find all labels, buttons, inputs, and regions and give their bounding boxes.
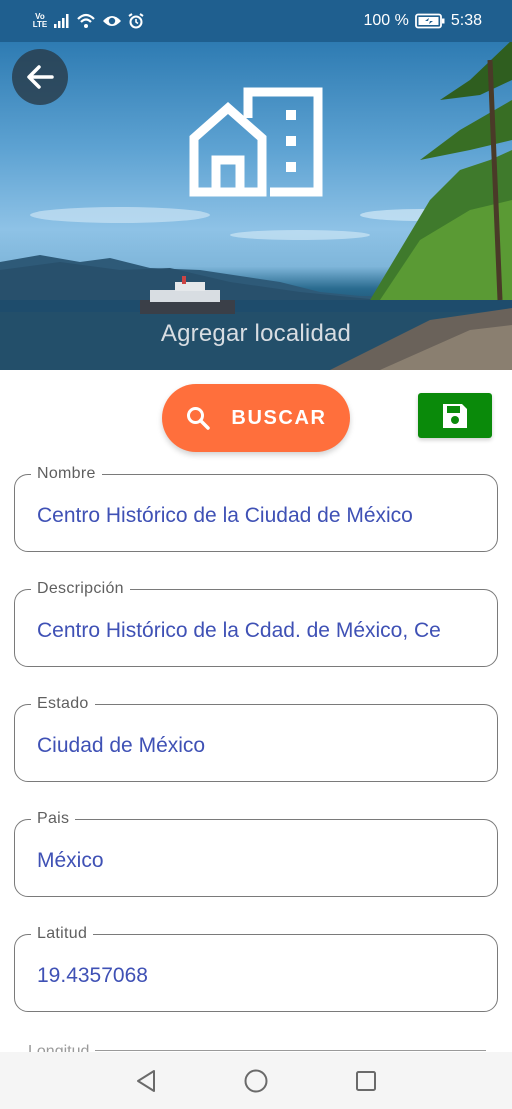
page-title: Agregar localidad xyxy=(160,320,352,347)
search-icon xyxy=(187,407,211,430)
save-button[interactable] xyxy=(418,393,492,438)
pais-value[interactable]: México xyxy=(37,848,477,874)
circle-home-icon xyxy=(244,1069,268,1092)
nombre-field[interactable]: Nombre Centro Histórico de la Ciudad de … xyxy=(14,464,498,552)
search-button-label: BUSCAR xyxy=(231,406,327,429)
pais-field[interactable]: Pais México xyxy=(14,809,498,897)
square-recents-icon xyxy=(356,1070,376,1091)
save-icon xyxy=(443,403,467,428)
nav-home-button[interactable] xyxy=(240,1065,272,1097)
nav-back-button[interactable] xyxy=(130,1065,162,1097)
navigation-bar xyxy=(0,1052,512,1109)
latitud-value[interactable]: 19.4357068 xyxy=(37,963,477,989)
building-home-icon xyxy=(189,87,323,197)
back-button[interactable] xyxy=(12,49,68,105)
triangle-back-icon xyxy=(137,1069,155,1092)
descripcion-value[interactable]: Centro Histórico de la Cdad. de México, … xyxy=(37,618,477,644)
eye-icon xyxy=(103,16,121,26)
wifi-icon xyxy=(77,13,95,28)
battery-percent: 100 % xyxy=(363,12,409,29)
header-banner: Agregar localidad xyxy=(0,0,512,370)
latitud-label: Latitud xyxy=(31,924,94,944)
pais-label: Pais xyxy=(31,809,76,829)
signal-icon xyxy=(54,14,69,28)
descripcion-field[interactable]: Descripción Centro Histórico de la Cdad.… xyxy=(14,579,498,667)
nombre-value[interactable]: Centro Histórico de la Ciudad de México xyxy=(37,503,477,529)
battery-charging-icon xyxy=(414,13,445,29)
nav-recents-button[interactable] xyxy=(350,1065,382,1097)
nombre-label: Nombre xyxy=(31,464,102,484)
estado-field[interactable]: Estado Ciudad de México xyxy=(14,694,498,782)
estado-label: Estado xyxy=(31,694,95,714)
latitud-field[interactable]: Latitud 19.4357068 xyxy=(14,924,498,1012)
volte-indicator: Vo LTE xyxy=(32,12,48,29)
search-button[interactable]: BUSCAR xyxy=(162,384,350,452)
alarm-icon xyxy=(128,13,144,29)
estado-value[interactable]: Ciudad de México xyxy=(37,733,477,759)
status-bar: Vo LTE 100 % 5:38 xyxy=(0,0,512,42)
arrow-left-icon xyxy=(27,65,54,89)
descripcion-label: Descripción xyxy=(31,579,130,599)
clock-time: 5:38 xyxy=(450,12,482,29)
